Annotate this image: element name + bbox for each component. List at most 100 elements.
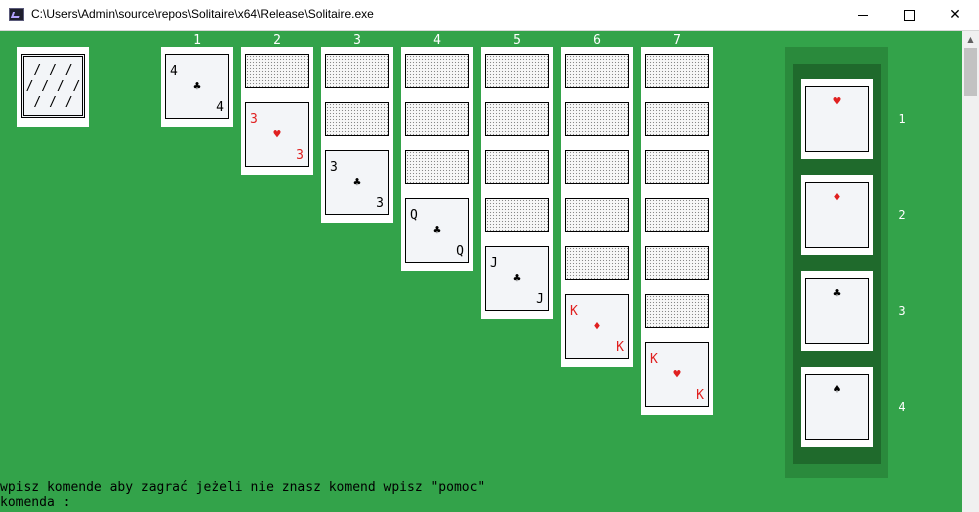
card-back-pattern (645, 54, 709, 88)
close-icon: ✕ (949, 7, 961, 23)
club-suit-icon: ♣ (513, 271, 521, 285)
card-rank: Q (410, 208, 418, 223)
close-button[interactable]: ✕ (932, 0, 978, 30)
card-back-pattern (645, 198, 709, 232)
card-back-pattern (485, 198, 549, 232)
tableau-card-col1[interactable]: 4 ♣ 4 (161, 47, 233, 127)
card-rank: J (490, 256, 498, 271)
foundation-label-3: 3 (898, 304, 906, 318)
minimize-icon (858, 14, 868, 16)
heart-suit-icon: ♥ (673, 367, 681, 381)
face-down-card (481, 95, 553, 143)
spade-suit-icon: ♠ (833, 382, 841, 396)
face-down-card (481, 191, 553, 239)
card-back-pattern (565, 246, 629, 280)
vertical-scrollbar[interactable]: ▲ (962, 31, 979, 512)
face-down-card (401, 95, 473, 143)
heart-suit-icon: ♥ (833, 94, 841, 108)
card-rank: 3 (330, 160, 338, 175)
club-suit-icon: ♣ (193, 79, 201, 93)
console-app-icon (9, 8, 24, 21)
face-down-card (401, 47, 473, 95)
scroll-up-arrow-icon[interactable]: ▲ (962, 31, 979, 47)
club-suit-icon: ♣ (353, 175, 361, 189)
face-down-card (641, 47, 713, 95)
face-down-card (641, 191, 713, 239)
card-back-pattern (325, 102, 389, 136)
card-back-pattern (485, 102, 549, 136)
tableau-card-col6[interactable]: K ♦ K (561, 287, 633, 367)
foundation-label-4: 4 (898, 400, 906, 414)
card-back-pattern (485, 150, 549, 184)
card-back-pattern (325, 54, 389, 88)
card-back-pattern (405, 102, 469, 136)
card-back-pattern (645, 102, 709, 136)
card-rank: 3 (250, 112, 258, 127)
stock-card-back: / / / / / / / / / / (21, 54, 85, 118)
card-rank: K (616, 340, 624, 355)
foundation-slot-1[interactable]: ♥ (801, 79, 873, 159)
command-prompt[interactable]: komenda : (0, 495, 485, 510)
card-back-pattern (405, 150, 469, 184)
card-back-pattern (565, 198, 629, 232)
card-rank: Q (456, 244, 464, 259)
card-rank: K (650, 352, 658, 367)
face-down-card (561, 239, 633, 287)
column-label-4: 4 (433, 33, 441, 48)
tableau-card-col3[interactable]: 3 ♣ 3 (321, 143, 393, 223)
column-label-5: 5 (513, 33, 521, 48)
tableau-card-col4[interactable]: Q ♣ Q (401, 191, 473, 271)
face-down-card (561, 95, 633, 143)
column-label-7: 7 (673, 33, 681, 48)
face-down-card (481, 47, 553, 95)
foundation-label-1: 1 (898, 112, 906, 126)
card-back-pattern (565, 150, 629, 184)
tableau-card-col5[interactable]: J ♣ J (481, 239, 553, 319)
face-down-card (641, 239, 713, 287)
face-down-card (641, 95, 713, 143)
card-rank: K (570, 304, 578, 319)
card-back-pattern (645, 246, 709, 280)
card-rank: 4 (170, 64, 178, 79)
console-output: wpisz komende aby zagrać jeżeli nie znas… (0, 480, 485, 510)
card-back-pattern (565, 102, 629, 136)
card-rank: 3 (296, 148, 304, 163)
foundation-slot-4[interactable]: ♠ (801, 367, 873, 447)
window-title: C:\Users\Admin\source\repos\Solitaire\x6… (31, 7, 374, 21)
tableau-card-col7[interactable]: K ♥ K (641, 335, 713, 415)
face-down-card (401, 143, 473, 191)
card-rank: 3 (376, 196, 384, 211)
card-back-pattern (565, 54, 629, 88)
column-label-2: 2 (273, 33, 281, 48)
console-hint: wpisz komende aby zagrać jeżeli nie znas… (0, 480, 486, 495)
title-bar: C:\Users\Admin\source\repos\Solitaire\x6… (0, 0, 979, 31)
card-back-pattern (405, 54, 469, 88)
foundation-slot-3[interactable]: ♣ (801, 271, 873, 351)
foundation-label-2: 2 (898, 208, 906, 222)
diamond-suit-icon: ♦ (593, 319, 601, 333)
face-down-card (641, 143, 713, 191)
column-label-3: 3 (353, 33, 361, 48)
card-back-pattern (485, 54, 549, 88)
club-suit-icon: ♣ (433, 223, 441, 237)
maximize-button[interactable] (886, 0, 932, 30)
foundation-slot-2[interactable]: ♦ (801, 175, 873, 255)
face-down-card (561, 143, 633, 191)
column-label-1: 1 (193, 33, 201, 48)
face-down-card (321, 95, 393, 143)
face-down-card (561, 47, 633, 95)
stock-pile[interactable]: / / / / / / / / / / (17, 47, 89, 127)
card-rank: K (696, 388, 704, 403)
column-label-6: 6 (593, 33, 601, 48)
diamond-suit-icon: ♦ (833, 190, 841, 204)
face-down-card (241, 47, 313, 95)
scroll-thumb[interactable] (964, 48, 977, 96)
face-down-card (321, 47, 393, 95)
maximize-icon (903, 9, 915, 21)
card-rank: J (536, 292, 544, 307)
tableau-card-col2[interactable]: 3 ♥ 3 (241, 95, 313, 175)
face-down-card (641, 287, 713, 335)
minimize-button[interactable] (840, 0, 886, 30)
card-back-pattern (645, 150, 709, 184)
heart-suit-icon: ♥ (273, 127, 281, 141)
